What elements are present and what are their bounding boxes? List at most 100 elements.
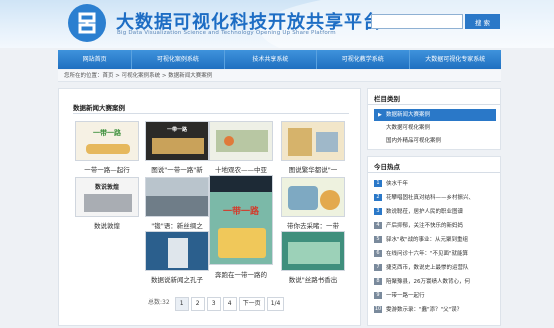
hot-topic-link[interactable]: 雯游数示录："蠢"添？"父"误？ [386,307,462,313]
case-thumbnail[interactable] [281,231,345,271]
page-3-button[interactable]: 3 [206,297,221,311]
nav-item-teaching[interactable]: 可视化教学系统 [317,50,410,69]
case-card[interactable]: 十地观农——中亚 [209,121,273,177]
case-thumbnail[interactable] [145,177,209,217]
case-caption[interactable]: 一带一路—起行 [75,164,139,174]
case-thumbnail[interactable]: 一带一路 [75,121,139,161]
next-page-button[interactable]: 下一页 [238,297,265,311]
case-card[interactable]: 一带一路 一带一路—起行 [75,121,139,177]
category-item-global-cases[interactable]: 国内外精品可视化案例 [374,135,496,147]
case-thumbnail[interactable]: 一带一路 [209,175,273,265]
case-caption[interactable]: 带你去采睹：一带 [281,220,345,230]
thumb-graphic [146,196,208,216]
case-caption[interactable]: 数说"丝路书香出 [281,274,345,284]
category-item-news-cases[interactable]: ▶ 数据新闻大赛案例 [374,109,496,121]
thumb-graphic [288,242,340,264]
rank-badge: 9 [374,292,382,299]
case-caption[interactable]: 图说繁华都说"一 [281,164,345,174]
rank-badge: 5 [374,236,382,243]
logo-icon [78,12,96,34]
hot-topic-item[interactable]: 5 驿水"收"战的事业：从元聚到重组 [374,235,496,246]
thumb-graphic [168,238,188,268]
case-card[interactable]: 一带一路 图说"一带一路"新 [145,121,209,177]
case-thumbnail[interactable]: 一带一路 [145,121,209,161]
hot-topic-link[interactable]: 在线问诊十六年："不见面"就能算 [386,251,468,257]
rank-badge: 4 [374,222,382,229]
nav-item-home[interactable]: 网站首页 [58,50,133,69]
hot-topic-link[interactable]: 捷克西币，数说史上最惨的运营队 [386,265,469,271]
site-header: 大数据可视化科技开放共享平台 Big Data Visualization Sc… [0,0,554,48]
hot-topic-link[interactable]: 花攀唱固社真对结科——乡村振兴、 [386,195,474,201]
rank-badge: 1 [374,180,382,187]
nav-item-tech[interactable]: 技术共享系统 [225,50,318,69]
case-card[interactable]: "锻"语：新丝绸之 [145,177,209,233]
hot-topic-link[interactable]: 一带一路一起行 [386,293,425,299]
hot-topic-link[interactable]: 产后抑郁，关注不快乐的新妈妈 [386,223,463,229]
case-card[interactable]: 带你去采睹：一带 [281,177,345,233]
hot-topic-item[interactable]: 2 花攀唱固社真对结科——乡村振兴、 [374,193,496,204]
case-card[interactable]: 图说繁华都说"一 [281,121,345,177]
site-logo[interactable] [68,4,106,42]
thumb-graphic [210,176,272,192]
hot-topics-panel: 今日热点 1 侠水千年 2 花攀唱固社真对结科——乡村振兴、 3 数说聪莅，居护人民的… [367,156,501,326]
hot-topic-link[interactable]: 驿水"收"战的事业：从元聚到重组 [386,237,468,243]
case-caption[interactable]: 奔跑在一带一路的 [209,269,273,279]
thumb-text: 数说敦煌 [94,184,119,191]
divider [368,104,500,105]
thumb-graphic [320,190,340,210]
case-thumbnail[interactable] [281,121,345,161]
hot-topic-item[interactable]: 7 捷克西币，数说史上最惨的运营队 [374,263,496,274]
hot-topic-link[interactable]: 陪聚豫县，26万寰绩人数背心，何 [386,279,470,285]
hot-topic-item[interactable]: 4 产后抑郁，关注不快乐的新妈妈 [374,221,496,232]
case-card[interactable]: 数说敦煌 数说敦煌 [75,177,139,233]
pagination: 总数:32 1 2 3 4 下一页 1/4 [145,297,285,311]
category-panel: 栏目类别 ▶ 数据新闻大赛案例 大数据可视化案例 国内外精品可视化案例 [367,88,501,150]
thumb-text: 一带一路 [222,207,259,217]
search-input[interactable] [371,14,463,29]
case-thumbnail[interactable]: 数说敦煌 [75,177,139,217]
divider [368,172,500,173]
hot-topics-title: 今日热点 [374,163,400,171]
hot-topic-item[interactable]: 1 侠水千年 [374,179,496,190]
rank-badge: 3 [374,208,382,215]
pagination-total: 总数:32 [148,299,170,306]
arrow-right-icon: ▶ [378,112,382,118]
thumb-graphic [84,194,132,212]
rank-badge: 2 [374,194,382,201]
breadcrumb: 您所在的位置：首页 > 可视化案例系统 > 数据新闻大赛案例 [58,70,501,82]
case-list-panel: 数据新闻大赛案例 一带一路 一带一路—起行 一带一路 图说"一带一路"新 十地观… [58,88,361,326]
case-caption[interactable]: 图说"一带一路"新 [145,164,209,174]
page-4-button[interactable]: 4 [222,297,237,311]
category-label: 数据新闻大赛案例 [386,112,431,118]
case-caption[interactable]: 数据说新闻之孔子 [145,274,209,284]
case-caption[interactable]: "锻"语：新丝绸之 [145,220,209,230]
nav-item-experts[interactable]: 大数据可视化专家系统 [410,50,501,69]
site-subtitle: Big Data Visualization Science and Techn… [117,30,336,36]
case-thumbnail[interactable] [145,231,209,271]
panel-title: 数据新闻大赛案例 [73,104,125,112]
category-item-bigdata-cases[interactable]: 大数据可视化案例 [374,122,496,134]
search-button[interactable]: 搜 索 [465,14,500,29]
hot-topic-link[interactable]: 数说聪莅，居护人民的职业图谱 [386,209,463,215]
page-1-button[interactable]: 1 [174,297,189,311]
hot-topic-link[interactable]: 侠水千年 [386,181,408,187]
case-card-featured[interactable]: 一带一路 奔跑在一带一路的 [209,175,273,287]
case-caption[interactable]: 数说敦煌 [75,220,139,230]
page-2-button[interactable]: 2 [190,297,205,311]
hot-topic-item[interactable]: 9 一带一路一起行 [374,291,496,302]
hot-topic-item[interactable]: 8 陪聚豫县，26万寰绩人数背心，何 [374,277,496,288]
rank-badge: 8 [374,278,382,285]
case-card[interactable]: 数说"丝路书香出 [281,231,345,287]
hot-topic-item[interactable]: 10 雯游数示录："蠢"添？"父"误？ [374,305,496,316]
thumb-graphic [288,186,318,210]
case-caption[interactable]: 十地观农——中亚 [209,164,273,174]
nav-item-cases[interactable]: 可视化案例系统 [132,50,225,69]
rank-badge: 6 [374,250,382,257]
hot-topic-item[interactable]: 3 数说聪莅，居护人民的职业图谱 [374,207,496,218]
case-thumbnail[interactable] [281,177,345,217]
case-card[interactable]: 数据说新闻之孔子 [145,231,209,287]
case-thumbnail[interactable] [209,121,273,161]
page-count: 1/4 [266,297,285,311]
thumb-graphic [152,138,204,154]
hot-topic-item[interactable]: 6 在线问诊十六年："不见面"就能算 [374,249,496,260]
